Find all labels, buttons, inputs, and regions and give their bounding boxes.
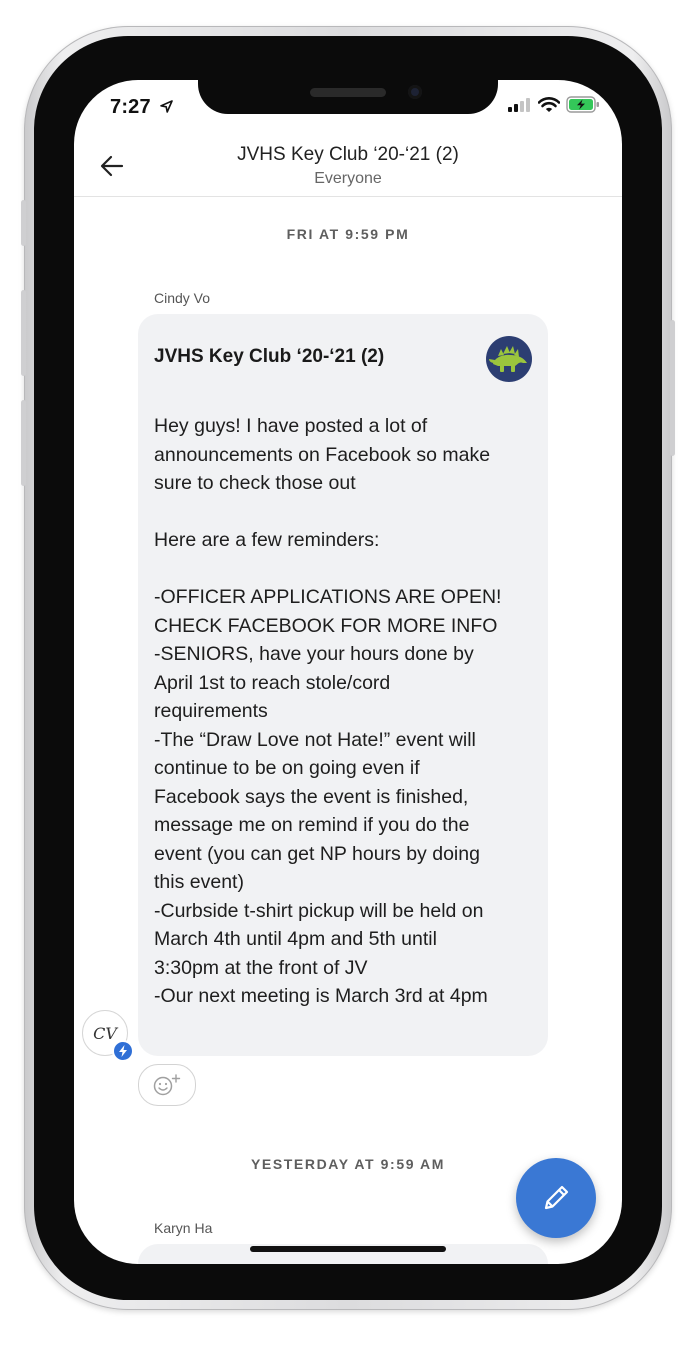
cellular-signal-icon: [508, 97, 530, 112]
message-line: requirements: [154, 700, 268, 722]
location-arrow-icon: [159, 100, 173, 113]
speaker: [310, 88, 386, 97]
front-camera: [408, 85, 422, 99]
sender-name: Karyn Ha: [154, 1220, 213, 1236]
message-line: -Our next meeting is March 3rd at 4pm: [154, 985, 488, 1007]
stegosaurus-icon: [489, 346, 527, 372]
avatar-initials: CV: [93, 1023, 117, 1043]
status-time: 7:27: [110, 96, 173, 119]
app-screen: 7:27 JVHS Key Club ‘20-‘21 (2) Everyone …: [74, 80, 622, 1264]
volume-up-button: [21, 290, 26, 376]
message-line: continue to be on going even if: [154, 757, 420, 779]
message-line: message me on remind if you do the: [154, 814, 470, 836]
day-label: FRI AT 9:59 PM: [286, 226, 410, 242]
wifi-icon: [538, 96, 560, 112]
message-line: April 1st to reach stole/cord: [154, 671, 391, 694]
message-line: 3:30pm at the front of JV: [154, 956, 368, 979]
message-line: sure to check those out: [154, 472, 356, 494]
add-reaction-icon: [153, 1074, 181, 1096]
header-divider: [74, 196, 622, 197]
message-line: Here are a few reminders:: [154, 529, 380, 551]
message-line: -Curbside t-shirt pickup will be held on: [154, 899, 484, 922]
silent-switch: [21, 200, 26, 246]
conversation-subtitle: Everyone: [314, 170, 382, 187]
message-body: Hey guys! I have posted a lot of announce…: [154, 412, 544, 1011]
message-line: this event): [154, 871, 244, 893]
message-class-title: JVHS Key Club ‘20-‘21 (2): [154, 346, 385, 367]
message-line: Facebook says the event is finished,: [154, 785, 469, 808]
message-line: [154, 555, 544, 584]
notch: [198, 80, 498, 114]
message-line: -SENIORS, have your hours done by: [154, 643, 474, 665]
status-time-text: 7:27: [110, 96, 151, 118]
pencil-icon: [544, 1185, 569, 1210]
message-line: March 4th until 4pm and 5th until: [154, 928, 437, 950]
volume-down-button: [21, 400, 26, 486]
message-line: [154, 498, 544, 527]
home-indicator: [250, 1246, 446, 1252]
power-button: [670, 320, 675, 456]
message-bubble[interactable]: JVHS Key Club ‘20-‘21 (2) Hey guys! I ha…: [138, 314, 548, 1056]
message-line: -The “Draw Love not Hate!” event will: [154, 728, 476, 751]
status-icons: [508, 96, 600, 113]
message-line: event (you can get NP hours by doing: [154, 842, 480, 865]
lightning-bolt-icon: [112, 1040, 134, 1062]
message-line: -OFFICER APPLICATIONS ARE OPEN!: [154, 586, 502, 608]
message-line: CHECK FACEBOOK FOR MORE INFO: [154, 614, 498, 637]
compose-button[interactable]: [516, 1158, 596, 1238]
message-line: Hey guys! I have posted a lot of: [154, 415, 428, 437]
add-reaction-button[interactable]: [138, 1064, 196, 1106]
battery-charging-icon: [566, 96, 599, 113]
class-avatar: [486, 336, 532, 382]
message-line: announcements on Facebook so make: [154, 443, 491, 466]
sender-name: Cindy Vo: [154, 290, 211, 306]
conversation-title: JVHS Key Club ‘20-‘21 (2): [237, 144, 459, 165]
